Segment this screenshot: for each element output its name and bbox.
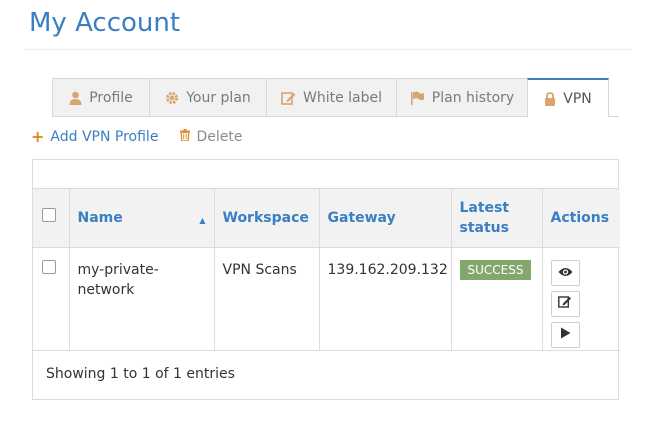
- edit-button[interactable]: [550, 290, 580, 317]
- delete-label: Delete: [196, 129, 243, 145]
- table-top-bar: [33, 160, 618, 189]
- trash-icon: [180, 129, 191, 145]
- column-header-gateway-label: Gateway: [327, 209, 396, 226]
- tab-vpn[interactable]: VPN: [527, 78, 609, 117]
- column-header-status-line1: Latest: [459, 199, 510, 216]
- table-info: Showing 1 to 1 of 1 entries: [46, 366, 235, 382]
- table-header-row: Name ▲ Workspace Gateway Latest status A…: [33, 189, 620, 247]
- vpn-profiles-table: Name ▲ Workspace Gateway Latest status A…: [33, 189, 620, 351]
- tab-label: Profile: [89, 89, 133, 106]
- sort-ascending-icon: ▲: [199, 216, 206, 225]
- vpn-toolbar: + Add VPN Profile Delete: [31, 127, 242, 146]
- tab-profile[interactable]: Profile: [52, 78, 150, 116]
- row-workspace-cell: VPN Scans: [214, 247, 320, 350]
- tab-label: White label: [302, 89, 383, 106]
- column-header-workspace[interactable]: Workspace: [214, 189, 320, 247]
- row-name-line1: my-private-: [77, 261, 159, 278]
- flag-icon: [410, 91, 425, 105]
- gear-icon: [165, 91, 179, 105]
- row-actions-cell: [542, 247, 620, 350]
- view-button[interactable]: [550, 259, 580, 286]
- user-icon: [69, 91, 82, 105]
- tab-label: Your plan: [186, 89, 251, 106]
- tab-white-label[interactable]: White label: [266, 78, 397, 116]
- tab-plan-history[interactable]: Plan history: [396, 78, 528, 116]
- row-name-line2: network: [77, 281, 135, 298]
- table-row: my-private- network VPN Scans 139.162.20…: [33, 247, 620, 350]
- row-status-cell: SUCCESS: [451, 247, 543, 350]
- row-actions: [550, 259, 621, 348]
- play-icon: [560, 325, 571, 345]
- account-tabs: Profile Your plan White label Plan histo…: [52, 78, 609, 117]
- tab-label: Plan history: [431, 89, 515, 106]
- column-header-actions-label: Actions: [550, 209, 610, 226]
- eye-icon: [558, 263, 573, 283]
- column-header-actions: Actions: [542, 189, 620, 247]
- edit-icon: [558, 294, 572, 314]
- lock-icon: [544, 91, 556, 106]
- tab-your-plan[interactable]: Your plan: [149, 78, 267, 116]
- status-badge: SUCCESS: [459, 259, 532, 280]
- row-gateway-cell: 139.162.209.132: [319, 247, 452, 350]
- row-select-cell: [33, 247, 70, 350]
- column-header-workspace-label: Workspace: [222, 209, 309, 226]
- delete-button[interactable]: Delete: [180, 129, 242, 145]
- title-divider: [25, 49, 631, 50]
- column-header-latest-status[interactable]: Latest status: [451, 189, 543, 247]
- vpn-profiles-table-panel: Name ▲ Workspace Gateway Latest status A…: [32, 159, 620, 400]
- page-title: My Account: [29, 8, 181, 38]
- run-button[interactable]: [550, 321, 580, 348]
- select-all-cell: [33, 189, 70, 247]
- edit-icon: [281, 91, 296, 105]
- plus-icon: +: [31, 127, 45, 146]
- column-header-name-label: Name: [77, 209, 123, 226]
- column-header-name[interactable]: Name ▲: [69, 189, 215, 247]
- add-vpn-profile-label: Add VPN Profile: [50, 129, 159, 145]
- tab-label: VPN: [563, 90, 592, 107]
- add-vpn-profile-button[interactable]: + Add VPN Profile: [31, 127, 159, 146]
- select-all-checkbox[interactable]: [42, 207, 56, 222]
- row-checkbox[interactable]: [42, 259, 56, 274]
- row-name-cell: my-private- network: [69, 247, 215, 350]
- column-header-gateway[interactable]: Gateway: [319, 189, 452, 247]
- column-header-status-line2: status: [459, 219, 509, 236]
